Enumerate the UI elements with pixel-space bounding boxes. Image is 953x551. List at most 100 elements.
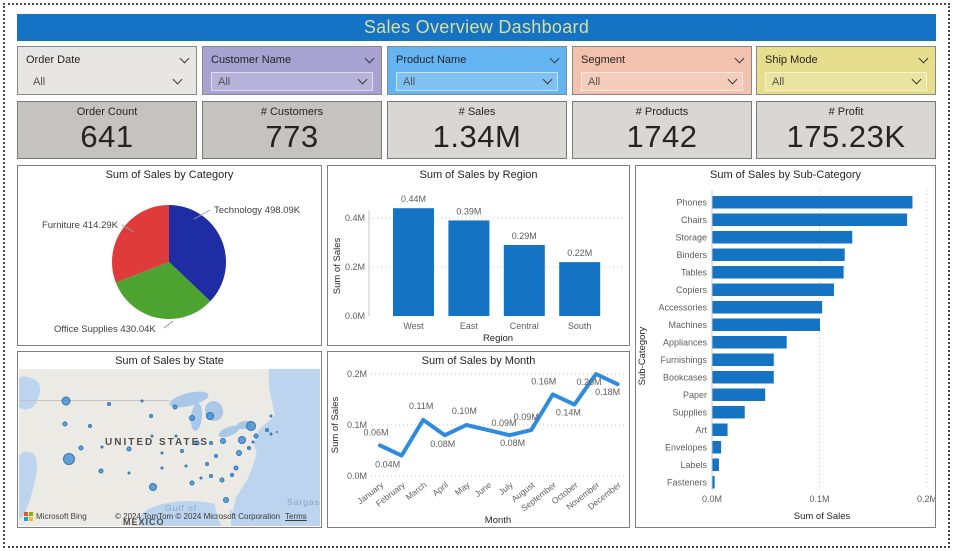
category-label: Bookcases [663, 373, 708, 383]
chart-title: Sum of Sales by Category [105, 169, 234, 181]
canada-border-line [19, 400, 169, 401]
state-sales-bubble[interactable] [223, 497, 229, 503]
chevron-down-icon[interactable] [918, 53, 929, 63]
filter-dropdown[interactable]: All [26, 72, 188, 91]
bar-furnishings[interactable] [712, 353, 774, 367]
bar-supplies[interactable] [712, 406, 745, 419]
state-sales-bubble[interactable] [205, 462, 209, 466]
bar-chart-sales-by-subcategory: Sum of Sales by Sub-Category 0.0M 0.1M 0.2… [635, 165, 936, 528]
chevron-down-icon[interactable] [179, 53, 190, 63]
bar-bookcases[interactable] [712, 371, 774, 384]
state-sales-bubble[interactable] [149, 483, 157, 491]
bar-phones[interactable] [712, 196, 913, 209]
state-sales-bubble[interactable] [253, 433, 259, 439]
bar-west[interactable] [393, 208, 434, 316]
state-sales-bubble[interactable] [98, 468, 104, 474]
state-sales-bubble[interactable] [265, 428, 269, 432]
filter-dropdown[interactable]: All [581, 72, 743, 91]
page-title: Sales Overview Dashboard [363, 17, 590, 37]
chart-title: Sum of Sales by Month [421, 355, 536, 367]
bar-tables[interactable] [712, 266, 844, 279]
state-sales-bubble[interactable] [189, 415, 195, 421]
state-sales-bubble[interactable] [269, 414, 273, 418]
category-label: Copiers [676, 285, 708, 295]
bar-envelopes[interactable] [712, 441, 722, 454]
y-axis-tick: 0.0M [347, 471, 367, 481]
state-sales-bubble[interactable] [251, 440, 255, 444]
bar-binders[interactable] [712, 248, 845, 262]
bar-fasteners[interactable] [712, 476, 715, 489]
state-sales-bubble[interactable] [247, 446, 251, 450]
state-sales-bubble[interactable] [88, 424, 92, 428]
chevron-down-icon[interactable] [549, 53, 560, 63]
chevron-down-icon [727, 74, 738, 85]
state-sales-bubble[interactable] [149, 414, 153, 418]
kpi-label: Order Count [76, 106, 138, 118]
state-sales-bubble[interactable] [214, 454, 218, 458]
state-sales-bubble[interactable] [127, 471, 131, 475]
category-label: Fasteners [667, 478, 708, 488]
point-data-label: 0.04M [375, 460, 400, 470]
bar-copiers[interactable] [712, 283, 834, 297]
x-axis-title: Region [483, 333, 513, 344]
filter-dropdown[interactable]: All [396, 72, 558, 91]
bar-south[interactable] [559, 262, 601, 316]
bar-accessories[interactable] [712, 301, 823, 314]
state-sales-bubble[interactable] [276, 431, 278, 433]
bar-data-label: 0.29M [512, 231, 537, 241]
state-sales-bubble[interactable] [180, 449, 184, 453]
state-sales-bubble[interactable] [61, 396, 71, 406]
state-sales-bubble[interactable] [63, 453, 75, 465]
map-terms-link[interactable]: Terms [285, 512, 307, 521]
chevron-down-icon [542, 74, 553, 85]
state-sales-bubble[interactable] [189, 480, 195, 486]
state-sales-bubble[interactable] [246, 421, 256, 431]
kpi-label: # Profit [828, 106, 864, 118]
bar-central[interactable] [503, 244, 545, 316]
chevron-down-icon[interactable] [734, 53, 745, 63]
state-sales-bubble[interactable] [140, 399, 144, 403]
filter-label: Customer Name [211, 54, 292, 66]
x-axis-tick: 0.1M [809, 494, 829, 504]
state-sales-bubble[interactable] [209, 474, 213, 478]
bar-east[interactable] [448, 220, 490, 316]
bing-logo-icon [24, 512, 33, 521]
state-sales-bubble[interactable] [78, 445, 84, 451]
state-sales-bubble[interactable] [184, 464, 188, 468]
category-label: Paper [683, 390, 707, 400]
bing-map[interactable]: UNITED STATES Gulf of MEXICO Sargass © 2… [19, 369, 320, 526]
bar-chairs[interactable] [712, 213, 908, 227]
state-sales-bubble[interactable] [62, 421, 68, 427]
bar-storage[interactable] [712, 231, 853, 244]
state-sales-bubble[interactable] [236, 450, 242, 456]
bar-machines[interactable] [712, 318, 821, 332]
state-sales-bubble[interactable] [199, 476, 203, 480]
bar-chart-canvas: 0.0M 0.1M 0.2M Phones Chairs Storage Binders Ta… [637, 190, 935, 522]
state-sales-bubble[interactable] [269, 432, 273, 436]
kpi-customers: # Customers 773 [202, 101, 382, 159]
state-sales-bubble[interactable] [160, 451, 164, 455]
y-axis-title: Sum of Sales [332, 238, 343, 295]
state-sales-bubble[interactable] [160, 466, 164, 470]
category-label: Phones [676, 198, 707, 208]
filter-dropdown[interactable]: All [765, 72, 927, 91]
bar-paper[interactable] [712, 388, 766, 402]
kpi-value: 641 [80, 119, 134, 154]
state-sales-bubble[interactable] [238, 436, 246, 444]
state-sales-bubble[interactable] [209, 441, 213, 445]
lake-huron [202, 398, 226, 424]
filter-dropdown[interactable]: All [211, 72, 373, 91]
state-sales-bubble[interactable] [219, 477, 225, 483]
bar-appliances[interactable] [712, 336, 787, 349]
bar-labels[interactable] [712, 458, 719, 472]
y-axis-tick: 0.0M [345, 311, 365, 321]
state-sales-bubble[interactable] [172, 404, 178, 410]
state-sales-bubble[interactable] [230, 473, 234, 477]
bar-art[interactable] [712, 423, 728, 437]
chevron-down-icon[interactable] [364, 53, 375, 63]
state-sales-bubble[interactable] [233, 465, 239, 471]
state-sales-bubble[interactable] [206, 412, 214, 420]
state-sales-bubble[interactable] [107, 402, 111, 406]
state-sales-bubble[interactable] [100, 445, 104, 449]
state-sales-bubble[interactable] [220, 438, 226, 444]
